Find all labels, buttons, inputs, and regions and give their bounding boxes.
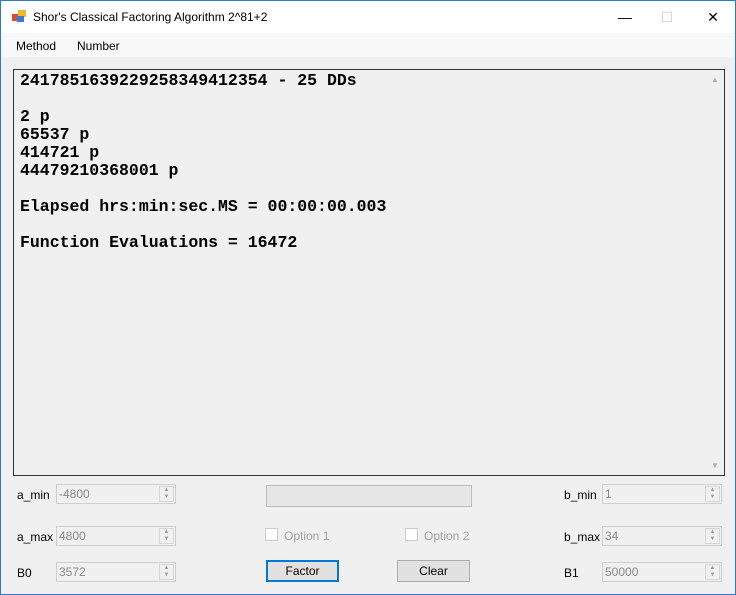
menu-method[interactable]: Method xyxy=(16,39,56,53)
output-line: 44479210368001 p xyxy=(20,161,179,180)
b0-input[interactable]: 3572 ▲ ▼ xyxy=(56,562,176,582)
a-max-value: 4800 xyxy=(59,529,86,543)
b1-input[interactable]: 50000 ▲ ▼ xyxy=(602,562,722,582)
a-min-input[interactable]: -4800 ▲ ▼ xyxy=(56,484,176,504)
output-line: 2 p xyxy=(20,107,50,126)
b-max-value: 34 xyxy=(605,529,619,543)
progress-bar xyxy=(266,485,472,507)
output-line: 414721 p xyxy=(20,143,100,162)
b-min-label: b_min xyxy=(564,488,597,502)
option2-label: Option 2 xyxy=(424,529,470,543)
a-max-label: a_max xyxy=(17,530,54,544)
spin-arrows-icon[interactable]: ▲ ▼ xyxy=(159,528,174,544)
spin-arrows-icon[interactable]: ▲ ▼ xyxy=(159,564,174,580)
output-line: Elapsed hrs:min:sec.MS = 00:00:00.003 xyxy=(20,197,387,216)
spin-arrows-icon[interactable]: ▲ ▼ xyxy=(705,528,720,544)
close-button[interactable]: ✕ xyxy=(699,5,727,29)
b-max-label: b_max xyxy=(564,530,601,544)
menu-number[interactable]: Number xyxy=(77,39,120,53)
title-bar: Shor's Classical Factoring Algorithm 2^8… xyxy=(1,1,735,33)
b0-label: B0 xyxy=(17,566,32,580)
spin-arrows-icon[interactable]: ▲ ▼ xyxy=(159,486,174,502)
option1-label: Option 1 xyxy=(284,529,330,543)
factor-button[interactable]: Factor xyxy=(266,560,339,582)
a-min-value: -4800 xyxy=(59,487,90,501)
scroll-up-icon[interactable]: ▲ xyxy=(711,75,719,84)
clear-button[interactable]: Clear xyxy=(397,560,470,582)
option1-checkbox[interactable] xyxy=(265,528,278,541)
b-min-value: 1 xyxy=(605,487,612,501)
b0-value: 3572 xyxy=(59,565,86,579)
app-icon xyxy=(12,10,26,22)
b1-value: 50000 xyxy=(605,565,639,579)
output-text: 2417851639229258349412354 - 25 DDs 2 p 655… xyxy=(20,72,386,252)
output-textbox[interactable]: 2417851639229258349412354 - 25 DDs 2 p 655… xyxy=(13,69,725,476)
a-max-input[interactable]: 4800 ▲ ▼ xyxy=(56,526,176,546)
spin-arrows-icon[interactable]: ▲ ▼ xyxy=(705,564,720,580)
output-line: Function Evaluations = 16472 xyxy=(20,233,298,252)
minimize-button[interactable]: — xyxy=(611,5,639,29)
option2-checkbox[interactable] xyxy=(405,528,418,541)
menu-bar: Method Number xyxy=(1,33,735,57)
spin-arrows-icon[interactable]: ▲ ▼ xyxy=(705,486,720,502)
b1-label: B1 xyxy=(564,566,579,580)
maximize-button[interactable]: ☐ xyxy=(653,5,681,29)
b-min-input[interactable]: 1 ▲ ▼ xyxy=(602,484,722,504)
b-max-input[interactable]: 34 ▲ ▼ xyxy=(602,526,722,546)
vertical-scrollbar[interactable]: ▲ ▼ xyxy=(707,70,724,475)
a-min-label: a_min xyxy=(17,488,50,502)
output-line: 2417851639229258349412354 - 25 DDs xyxy=(20,71,357,90)
scroll-down-icon[interactable]: ▼ xyxy=(711,461,719,470)
main-window: Shor's Classical Factoring Algorithm 2^8… xyxy=(0,0,736,595)
output-line: 65537 p xyxy=(20,125,90,144)
window-title: Shor's Classical Factoring Algorithm 2^8… xyxy=(33,10,268,24)
